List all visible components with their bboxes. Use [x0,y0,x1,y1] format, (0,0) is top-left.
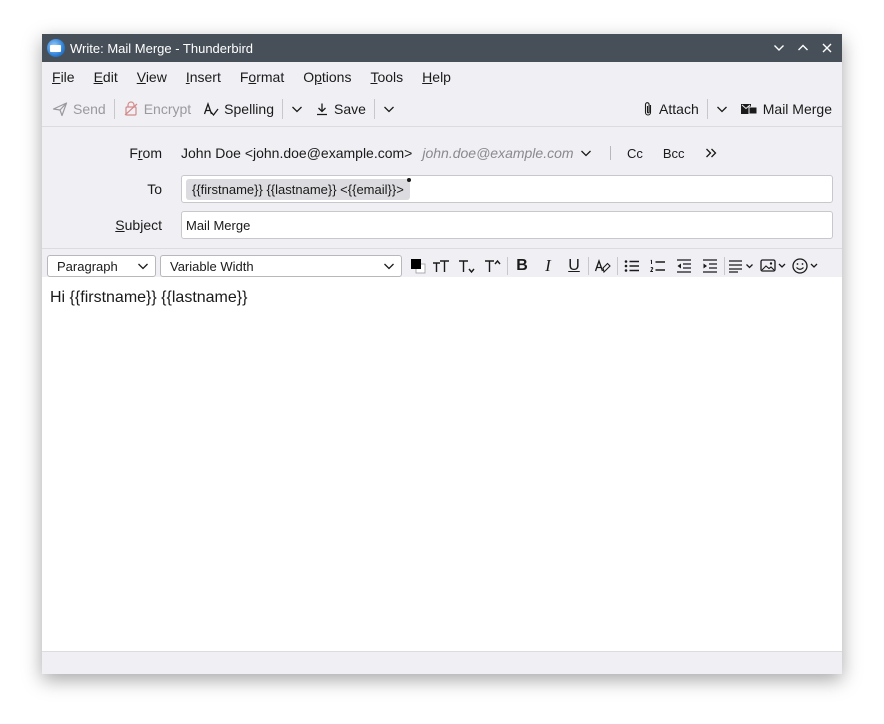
bcc-button[interactable]: Bcc [663,146,685,161]
chevron-down-icon [716,106,727,113]
download-icon [317,103,327,116]
to-row: To {{firstname}} {{lastname}} <{{email}}… [42,171,842,207]
attach-button[interactable]: Attach [636,96,705,122]
message-body-editor[interactable]: Hi {{firstname}} {{lastname}} [42,277,842,652]
from-address-placeholder[interactable]: john.doe@example.com [422,145,573,161]
status-bar [42,651,842,674]
insert-image-menu-icon[interactable] [758,254,790,278]
to-field[interactable]: {{firstname}} {{lastname}} <{{email}}> [181,175,833,203]
maximize-icon[interactable] [794,39,812,57]
menu-format[interactable]: Format [240,69,284,85]
toolbar-right-group: Attach Mail Merge [636,96,834,122]
indent-icon[interactable] [697,254,723,278]
mail-merge-icon [740,104,758,115]
chevron-down-icon [384,263,394,270]
bullet-list-icon[interactable] [619,254,645,278]
font-family-select[interactable]: Variable Width [160,255,402,277]
attach-label: Attach [659,101,699,117]
thunderbird-app-icon [47,39,65,57]
format-separator [588,257,589,275]
toolbar-separator [113,99,115,119]
decrease-font-size-icon[interactable] [428,254,454,278]
recipient-pill-text: {{firstname}} {{lastname}} <{{email}}> [192,181,404,197]
encrypt-button[interactable]: Encrypt [117,96,197,122]
save-label: Save [334,101,366,117]
send-button[interactable]: Send [46,96,112,122]
toolbar-separator [706,99,708,119]
encrypt-label: Encrypt [143,101,192,117]
send-label: Send [73,101,106,117]
from-dropdown-icon[interactable] [580,147,592,159]
minimize-icon[interactable] [770,39,788,57]
paragraph-format-value: Paragraph [57,258,118,274]
format-separator [724,257,725,275]
spelling-icon [204,102,219,117]
menu-bar: File Edit View Insert Format Options Too… [42,62,842,92]
send-icon [52,102,68,117]
bold-icon[interactable]: B [509,254,535,278]
subject-value: Mail Merge [186,217,251,233]
from-identity-value[interactable]: John Doe <john.doe@example.com> [181,145,412,161]
mail-merge-button[interactable]: Mail Merge [734,96,834,122]
from-label: From [129,145,162,161]
paragraph-format-select[interactable]: Paragraph [47,255,156,277]
title-bar: Write: Mail Merge - Thunderbird [42,34,842,62]
subject-label: Subject [115,217,162,233]
header-separator [610,146,611,160]
format-buttons: B I U [408,254,822,278]
underline-icon[interactable]: U [561,254,587,278]
message-body-text: Hi {{firstname}} {{lastname}} [50,289,248,306]
insert-emoji-menu-icon[interactable] [790,254,822,278]
menu-tools[interactable]: Tools [370,69,403,85]
spelling-button[interactable]: Spelling [197,96,280,122]
italic-icon[interactable]: I [535,254,561,278]
save-button[interactable]: Save [309,96,372,122]
font-family-value: Variable Width [170,258,254,274]
close-icon[interactable] [818,39,836,57]
cc-button[interactable]: Cc [627,146,643,161]
numbered-list-icon[interactable] [645,254,671,278]
more-headers-icon[interactable] [705,147,717,159]
subject-field[interactable]: Mail Merge [181,211,833,239]
window-controls [770,34,836,62]
increase-font-size-icon[interactable] [480,254,506,278]
format-separator [617,257,618,275]
menu-file[interactable]: File [52,69,75,85]
subscript-size-icon[interactable] [454,254,480,278]
pill-indicator-dot [406,177,411,182]
recipient-pill[interactable]: {{firstname}} {{lastname}} <{{email}}> [186,177,411,200]
format-separator [507,257,508,275]
encrypt-icon [124,101,138,116]
menu-view[interactable]: View [137,69,167,85]
menu-help[interactable]: Help [422,69,451,85]
from-row-actions: Cc Bcc [580,135,717,171]
menu-edit[interactable]: Edit [94,69,118,85]
save-dropdown-button[interactable] [377,96,401,122]
toolbar-separator [282,99,283,119]
align-menu-icon[interactable] [726,254,758,278]
outdent-icon[interactable] [671,254,697,278]
to-label: To [147,181,162,197]
chevron-down-icon [383,106,394,113]
text-color-icon[interactable] [408,254,428,278]
compose-toolbar: Send Encrypt Spelling Save Attach Mail M… [42,92,842,127]
mail-merge-label: Mail Merge [762,101,832,117]
clear-formatting-icon[interactable] [590,254,616,278]
menu-options[interactable]: Options [303,69,351,85]
chevron-down-icon [138,263,148,270]
paperclip-icon [644,102,652,116]
spelling-label: Spelling [224,101,274,117]
menu-insert[interactable]: Insert [186,69,221,85]
attach-dropdown-button[interactable] [710,96,734,122]
window-title: Write: Mail Merge - Thunderbird [70,40,254,56]
address-headers: From John Doe <john.doe@example.com> joh… [42,127,842,248]
compose-window: Write: Mail Merge - Thunderbird File Edi… [42,34,842,674]
toolbar-separator [373,99,375,119]
from-row: From John Doe <john.doe@example.com> joh… [42,135,842,171]
subject-row: Subject Mail Merge [42,207,842,243]
spelling-dropdown-button[interactable] [285,96,309,122]
chevron-down-icon [292,106,302,113]
